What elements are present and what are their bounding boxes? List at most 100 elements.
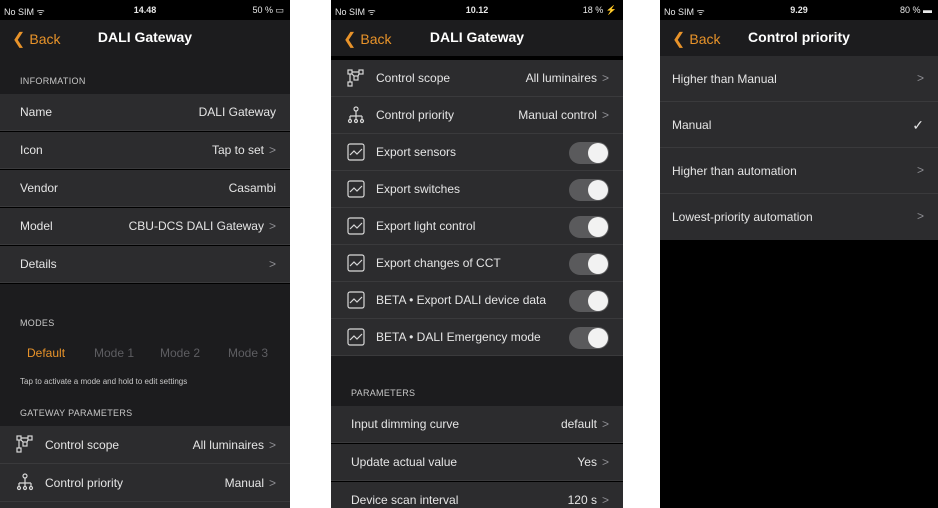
scope-icon [347,69,364,87]
chevron-right-icon: > [601,417,609,431]
dali-emergency-mode-toggle[interactable] [569,327,609,349]
clock: 10.12 [465,5,489,15]
value-text: Tap to set [211,143,264,157]
row-export-switches: Export switches [331,171,623,208]
export-sensors-toggle[interactable] [569,142,609,164]
row-value: Manual > [225,476,276,490]
screen-dali-gateway-settings: No SIM ᯤ 10.12 18 % ⚡ ❮ Back DALI Gateway… [331,0,623,508]
row-label: BETA • Export DALI device data [376,293,547,307]
export-switches-toggle[interactable] [569,179,609,201]
info-row-vendor: Vendor Casambi [0,170,290,207]
row-input-dimming-curve[interactable]: Input dimming curve default > [331,406,623,443]
row-update-actual-value[interactable]: Update actual value Yes > [331,444,623,481]
section-header-modes: MODES [0,284,290,336]
option-label: Higher than automation [672,164,797,178]
info-row-name: Name DALI Gateway [0,94,290,131]
value-text: Yes [577,455,597,469]
chart-icon [347,180,365,198]
priority-icon [16,473,34,491]
value-text: All luminaires [192,438,264,452]
row-export-dali-device-data: BETA • Export DALI device data [331,282,623,319]
row-export-cct: Export changes of CCT [331,245,623,282]
row-device-scan-interval[interactable]: Device scan interval 120 s > [331,482,623,508]
row-label: Export light control [376,219,476,233]
row-value: 120 s > [568,493,609,507]
status-bar: No SIM ᯤ 9.29 80 % ▬ [660,0,938,18]
info-row-model[interactable]: Model CBU-DCS DALI Gateway > [0,208,290,245]
info-row-details[interactable]: Details > [0,246,290,283]
row-label: Export switches [376,182,461,196]
section-header-parameters: PARAMETERS [331,356,623,406]
page-title: DALI Gateway [429,29,525,45]
settings-list: Control scope All luminaires > Control pr… [331,56,623,508]
mode-2[interactable]: Mode 2 [160,346,200,360]
option-higher-than-manual[interactable]: Higher than Manual > [660,56,938,102]
row-control-scope[interactable]: Control scope All luminaires > [331,60,623,97]
value-text: All luminaires [525,71,597,85]
mode-selector: Default Mode 1 Mode 2 Mode 3 [0,336,290,366]
section-header-gateway-parameters: GATEWAY PARAMETERS [0,366,290,426]
export-light-control-toggle[interactable] [569,216,609,238]
export-dali-device-data-toggle[interactable] [569,290,609,312]
chevron-right-icon: > [601,493,609,507]
toggle-knob [588,217,608,237]
row-label: Model [20,219,53,233]
export-cct-toggle[interactable] [569,253,609,275]
priority-options-list: Higher than Manual > Manual ✓ Higher tha… [660,56,938,508]
option-label: Lowest-priority automation [672,210,813,224]
page-title: DALI Gateway [97,29,193,45]
row-value: > [264,257,276,271]
chevron-right-icon: > [912,71,924,85]
section-header-label: INFORMATION [20,76,86,86]
row-control-scope[interactable]: Control scope All luminaires > [0,426,290,464]
row-value: All luminaires > [193,438,276,452]
settings-list: INFORMATION Name DALI Gateway Icon Tap t… [0,56,290,508]
chevron-right-icon: > [268,257,276,271]
status-bar: No SIM ᯤ 10.12 18 % ⚡ [331,0,623,18]
toggle-knob [588,254,608,274]
row-label: Input dimming curve [351,417,460,431]
toggle-knob [588,328,608,348]
option-label: Higher than Manual [672,72,777,86]
row-partial [0,502,290,508]
chart-icon [347,254,365,272]
mode-default[interactable]: Default [27,346,65,360]
mode-1[interactable]: Mode 1 [94,346,134,360]
row-value: Manual control > [518,108,609,122]
row-export-sensors: Export sensors [331,134,623,171]
nav-bar: ❮ Back DALI Gateway [331,20,623,56]
row-value: Tap to set > [212,143,276,157]
chevron-right-icon: > [268,476,276,490]
scope-icon [16,435,33,453]
option-higher-than-automation[interactable]: Higher than automation > [660,148,938,194]
chevron-glyph: > [916,71,924,85]
row-label: Control scope [376,71,451,85]
row-label: Update actual value [351,455,458,469]
chevron-right-icon: > [601,108,609,122]
row-value: CBU-DCS DALI Gateway > [129,219,276,233]
row-control-priority[interactable]: Control priority Manual > [0,464,290,502]
chevron-glyph: > [916,209,924,223]
option-label: Manual [672,118,712,132]
row-control-priority[interactable]: Control priority Manual control > [331,97,623,134]
section-header-label: PARAMETERS [351,388,416,398]
chart-icon [347,328,365,346]
toggle-knob [588,180,608,200]
chevron-right-icon: > [912,163,924,177]
row-label: Export changes of CCT [376,256,501,270]
mode-3[interactable]: Mode 3 [228,346,268,360]
status-bar: No SIM ᯤ 14.48 50 % ▭ [0,0,290,18]
row-value: All luminaires > [526,71,609,85]
chart-icon [347,291,365,309]
clock: 14.48 [133,5,157,15]
row-label: Control priority [45,476,124,490]
info-row-icon[interactable]: Icon Tap to set > [0,132,290,169]
option-manual[interactable]: Manual ✓ [660,102,938,148]
chevron-right-icon: > [268,143,276,157]
row-label: Name [20,105,53,119]
row-label: Export sensors [376,145,457,159]
chart-icon [347,143,365,161]
chart-icon [347,217,365,235]
option-lowest-priority-automation[interactable]: Lowest-priority automation > [660,194,938,240]
checkmark-icon: ✓ [912,117,924,133]
